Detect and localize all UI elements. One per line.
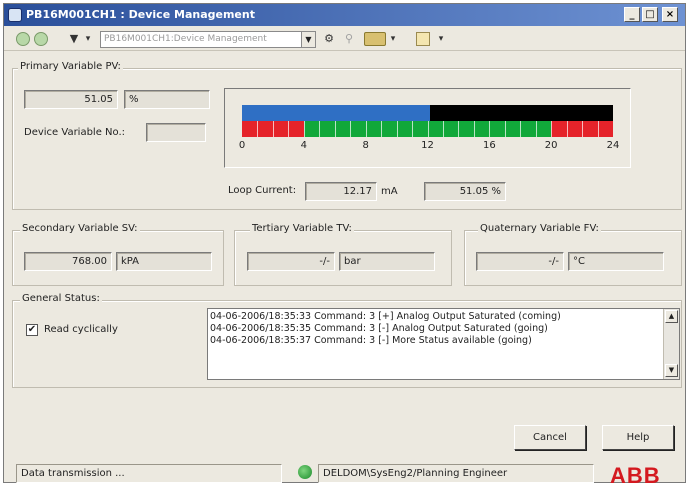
primary-value-field: 51.05 xyxy=(24,90,118,109)
bargraph-tick xyxy=(504,121,506,137)
status-message: Data transmission ... xyxy=(16,464,282,483)
bargraph-tick xyxy=(350,121,352,137)
minimize-button[interactable]: _ xyxy=(624,7,640,22)
bargraph-tick xyxy=(412,121,414,137)
bargraph-scale-label: 16 xyxy=(482,140,496,151)
device-variable-label: Device Variable No.: xyxy=(24,127,126,138)
maximize-button[interactable]: □ xyxy=(642,7,658,22)
bargraph-tick xyxy=(520,121,522,137)
bargraph-tick xyxy=(551,121,553,137)
bargraph-tick xyxy=(582,121,584,137)
bargraph-tick xyxy=(473,121,475,137)
tertiary-value-field: -/- xyxy=(247,252,335,271)
bargraph-tick xyxy=(458,121,460,137)
window-title: PB16M001CH1 : Device Management xyxy=(26,8,255,21)
loop-current-field: 12.17 xyxy=(305,182,377,201)
bargraph-tick xyxy=(396,121,398,137)
read-cyclically-checkbox[interactable]: ✔ xyxy=(26,324,38,336)
bargraph-tick xyxy=(381,121,383,137)
chevron-down-icon[interactable]: ▼ xyxy=(301,32,315,47)
close-button[interactable]: × xyxy=(662,7,678,22)
log-line: 04-06-2006/18:35:33 Command: 3 [+] Analo… xyxy=(210,311,561,322)
cancel-button[interactable]: Cancel xyxy=(514,425,586,450)
back-icon[interactable] xyxy=(16,32,30,46)
forward-icon[interactable] xyxy=(34,32,48,46)
bargraph-tick xyxy=(257,121,259,137)
bargraph-scale-label: 24 xyxy=(606,140,620,151)
status-log[interactable]: 04-06-2006/18:35:33 Command: 3 [+] Analo… xyxy=(207,308,680,380)
bargraph-tick xyxy=(427,121,429,137)
secondary-variable-label: Secondary Variable SV: xyxy=(20,223,140,234)
bargraph-scale-label: 12 xyxy=(421,140,434,151)
status-user: DELDOM\SysEng2/Planning Engineer xyxy=(318,464,594,483)
quaternary-value-field: -/- xyxy=(476,252,564,271)
quaternary-variable-label: Quaternary Variable FV: xyxy=(478,223,601,234)
bargraph-tick xyxy=(489,121,491,137)
log-line: 04-06-2006/18:35:35 Command: 3 [-] Analo… xyxy=(210,323,548,334)
device-variable-field[interactable] xyxy=(146,123,206,142)
device-icon[interactable] xyxy=(364,32,386,46)
bargraph-tick xyxy=(303,121,305,137)
bargraph-tick xyxy=(365,121,367,137)
loop-current-label: Loop Current: xyxy=(228,185,297,196)
edit-icon[interactable] xyxy=(416,32,430,46)
log-scrollbar[interactable]: ▲ ▼ xyxy=(663,309,679,379)
bargraph-fill xyxy=(242,105,613,121)
edit-dropdown-icon[interactable]: ▾ xyxy=(436,31,446,47)
bargraph-empty-bar xyxy=(430,105,613,121)
abb-logo: ABB xyxy=(610,463,661,488)
app-icon xyxy=(8,8,22,22)
bargraph-scale-label: 0 xyxy=(238,140,246,151)
device-management-window: PB16M001CH1 : Device Management _ □ × ▼ … xyxy=(3,3,686,488)
percent-field: 51.05 % xyxy=(424,182,506,201)
bargraph-scale-label: 20 xyxy=(544,140,558,151)
device-dropdown-icon[interactable]: ▾ xyxy=(388,31,398,47)
settings-icon[interactable]: ⚙ xyxy=(322,31,336,47)
bargraph-tick xyxy=(288,121,290,137)
scroll-down-icon[interactable]: ▼ xyxy=(665,364,678,377)
globe-icon xyxy=(298,465,312,479)
primary-variable-label: Primary Variable PV: xyxy=(18,61,123,72)
bargraph-tick xyxy=(334,121,336,137)
link-icon[interactable]: ⚲ xyxy=(342,31,356,47)
device-path-combo[interactable]: PB16M001CH1:Device Management ▼ xyxy=(100,31,316,48)
read-cyclically-label: Read cyclically xyxy=(44,324,118,335)
bargraph-tick xyxy=(272,121,274,137)
bargraph-tick xyxy=(319,121,321,137)
title-bar: PB16M001CH1 : Device Management _ □ × xyxy=(4,4,685,26)
quaternary-unit-field: °C xyxy=(568,252,664,271)
help-button[interactable]: Help xyxy=(602,425,674,450)
scroll-up-icon[interactable]: ▲ xyxy=(665,310,678,323)
log-line: 04-06-2006/18:35:37 Command: 3 [-] More … xyxy=(210,335,532,346)
bargraph-scale-label: 8 xyxy=(362,140,369,151)
bargraph-tick xyxy=(597,121,599,137)
bargraph-scale: 0 4 8 12 16 20 24 xyxy=(238,140,620,154)
loop-current-unit: mA xyxy=(381,186,398,197)
bargraph-tick xyxy=(566,121,568,137)
bargraph-scale-label: 4 xyxy=(300,140,308,151)
device-path-value: PB16M001CH1:Device Management xyxy=(104,34,267,44)
tertiary-unit-field: bar xyxy=(339,252,435,271)
bargraph-tick xyxy=(442,121,444,137)
bargraph-tick xyxy=(535,121,537,137)
bargraph-value-bar xyxy=(242,105,431,121)
secondary-unit-field: kPA xyxy=(116,252,212,271)
primary-unit-field: % xyxy=(124,90,210,109)
filter-icon[interactable]: ▼ xyxy=(68,31,80,47)
primary-bargraph: 0 4 8 12 16 20 24 xyxy=(224,88,631,168)
filter-dropdown-icon[interactable]: ▾ xyxy=(82,31,94,47)
bargraph-range xyxy=(242,121,613,137)
secondary-value-field: 768.00 xyxy=(24,252,112,271)
toolbar: ▼ ▾ PB16M001CH1:Device Management ▼ ⚙ ⚲ … xyxy=(4,27,685,51)
general-status-label: General Status: xyxy=(20,293,102,304)
tertiary-variable-label: Tertiary Variable TV: xyxy=(250,223,354,234)
